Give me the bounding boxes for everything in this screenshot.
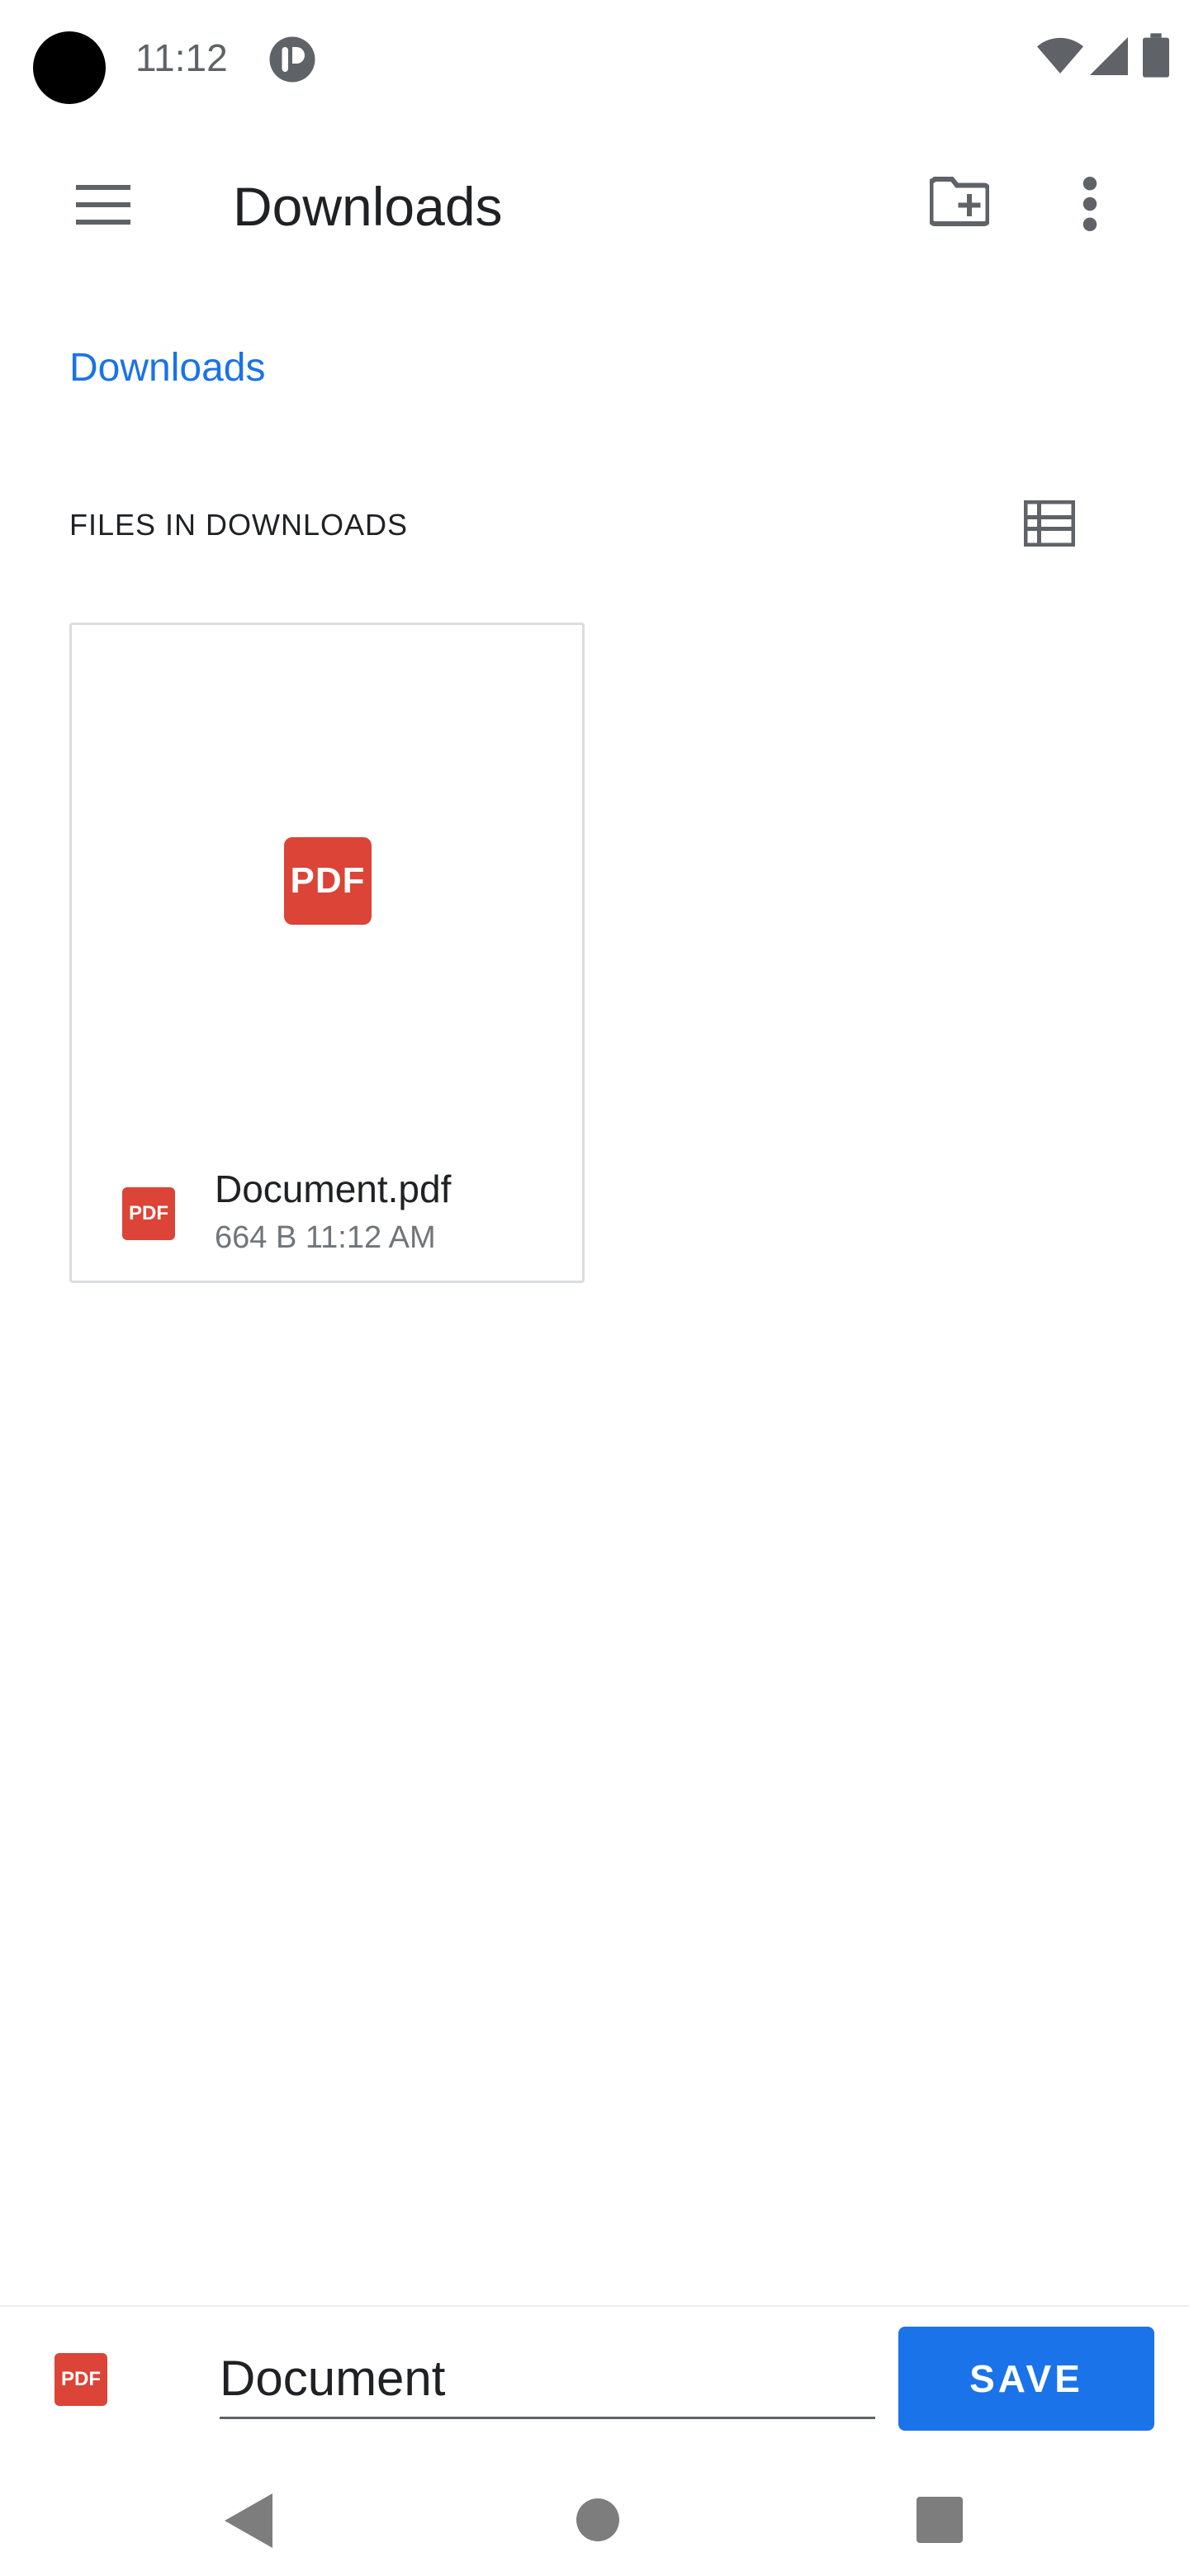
- pdf-type-icon: PDF: [54, 2353, 107, 2406]
- file-meta: 664 B 11:12 AM: [215, 1220, 436, 1255]
- section-header: FILES IN DOWNLOADS: [69, 508, 409, 542]
- breadcrumb-downloads[interactable]: Downloads: [69, 343, 265, 393]
- signal-icon: [1090, 37, 1128, 75]
- nav-back-icon[interactable]: [225, 2493, 272, 2548]
- page-title: Downloads: [233, 176, 503, 237]
- pdf-thumbnail-icon: PDF: [284, 837, 372, 925]
- list-view-icon[interactable]: [1024, 500, 1075, 547]
- save-bar-divider: [0, 2305, 1189, 2307]
- nav-home-icon[interactable]: [576, 2498, 619, 2541]
- save-button[interactable]: SAVE: [898, 2327, 1154, 2431]
- hamburger-menu-icon[interactable]: [76, 185, 130, 225]
- more-vert-icon[interactable]: [1080, 177, 1100, 231]
- status-time: 11:12: [135, 36, 228, 79]
- camera-cutout: [33, 31, 106, 104]
- nav-recents-icon[interactable]: [917, 2497, 963, 2543]
- file-name: Document.pdf: [215, 1167, 452, 1210]
- pdf-type-icon: PDF: [122, 1187, 175, 1240]
- battery-icon: [1143, 33, 1169, 78]
- new-folder-icon[interactable]: [930, 177, 989, 226]
- filename-input[interactable]: [220, 2340, 875, 2419]
- app-notification-icon: [269, 36, 315, 83]
- wifi-icon: [1037, 37, 1083, 73]
